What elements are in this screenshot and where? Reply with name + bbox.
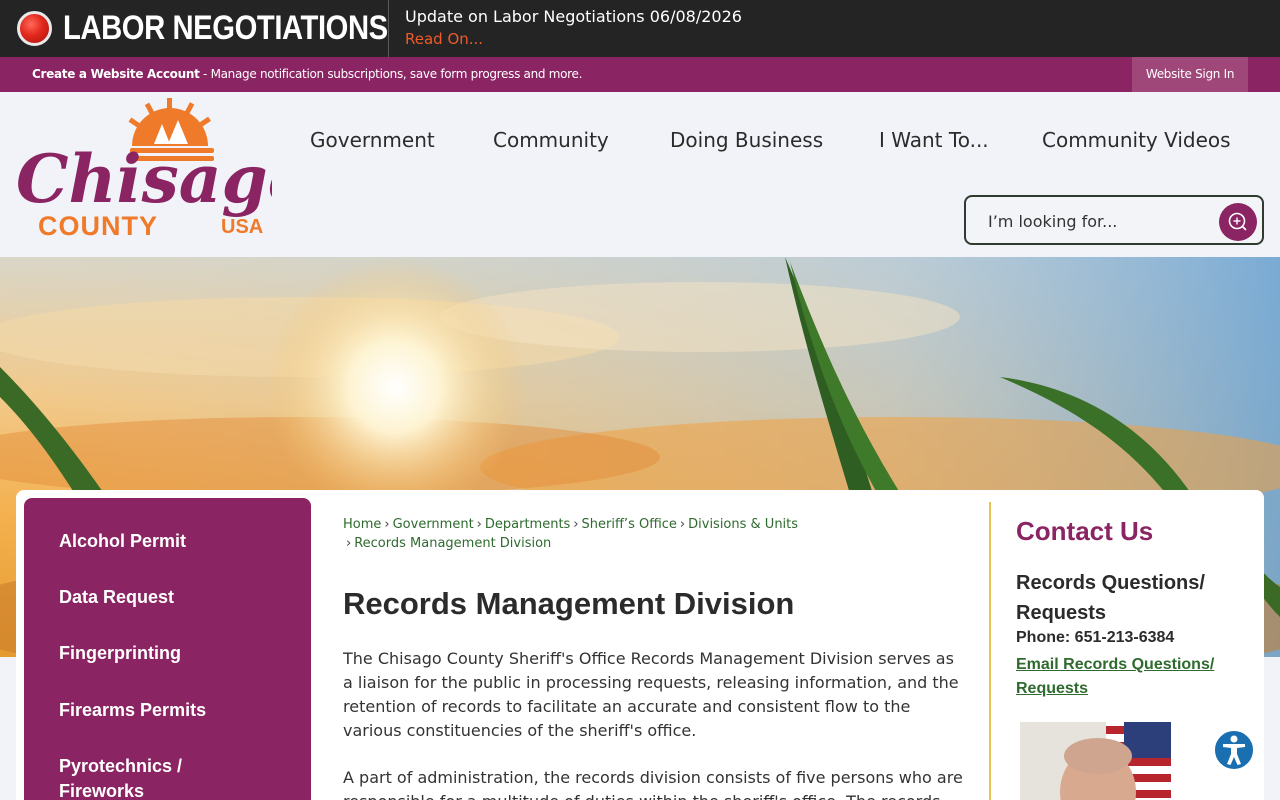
site-header: Chisago COUNTY USA Government Community … <box>0 92 1280 257</box>
alert-dot-icon <box>17 11 52 46</box>
alert-title[interactable]: LABOR NEGOTIATIONS <box>63 9 388 48</box>
intro-paragraph: The Chisago County Sheriff's Office Reco… <box>343 649 959 740</box>
breadcrumb-home[interactable]: Home <box>343 517 381 532</box>
create-account-link[interactable]: Create a Website Account <box>32 67 200 81</box>
search-button[interactable] <box>1219 203 1257 241</box>
nav-community-videos[interactable]: Community Videos <box>1042 128 1231 152</box>
logo-script: Chisago <box>16 140 272 218</box>
page-title: Records Management Division <box>343 586 795 621</box>
breadcrumb-government[interactable]: Government <box>393 517 474 532</box>
accessibility-button[interactable] <box>1213 729 1255 771</box>
staff-photo <box>1020 722 1171 800</box>
account-bar: Create a Website Account - Manage notifi… <box>0 57 1280 92</box>
accessibility-icon <box>1223 735 1245 765</box>
contact-title: Contact Us <box>1016 516 1154 546</box>
nav-doing-business[interactable]: Doing Business <box>670 128 823 152</box>
side-nav: Alcohol Permit Data Request Fingerprinti… <box>24 498 311 800</box>
nav-community[interactable]: Community <box>493 128 609 152</box>
logo-county: COUNTY <box>38 211 158 241</box>
breadcrumb-sheriffs-office[interactable]: Sheriff’s Office <box>582 517 677 532</box>
sidenav-item-pyrotechnics[interactable]: Pyrotechnics / Fireworks <box>59 754 259 800</box>
sidenav-item-fingerprinting[interactable]: Fingerprinting <box>59 641 181 666</box>
sidenav-item-firearms-permits[interactable]: Firearms Permits <box>59 698 206 723</box>
breadcrumb: Home › Government › Departments › Sheriff’s Of… <box>343 517 799 551</box>
contact-phone: Phone: 651-213-6384 <box>1016 629 1175 646</box>
chisago-county-logo[interactable]: Chisago COUNTY USA <box>12 96 272 241</box>
main-nav: Government Community Doing Business I Wa… <box>282 128 1272 158</box>
sidenav-item-alcohol-permit[interactable]: Alcohol Permit <box>59 529 186 554</box>
alert-read-on-link[interactable]: Read On... <box>405 30 483 48</box>
search-input[interactable] <box>988 209 1208 233</box>
nav-i-want-to[interactable]: I Want To... <box>879 128 989 152</box>
logo-usa: USA <box>221 216 263 238</box>
search-icon <box>1228 212 1247 231</box>
website-sign-in-button[interactable]: Website Sign In <box>1132 57 1248 92</box>
alert-divider <box>388 0 389 57</box>
search-box <box>964 195 1264 245</box>
admin-paragraph: A part of administration, the records di… <box>343 768 963 800</box>
alert-headline: Update on Labor Negotiations 06/08/2026 <box>405 7 742 26</box>
create-account-desc: - Manage notification subscriptions, sav… <box>199 67 583 81</box>
contact-subtitle: Records Questions/ Requests <box>1016 572 1205 624</box>
contact-email-link[interactable]: Email Records Questions/ Requests <box>1016 653 1246 701</box>
breadcrumb-departments[interactable]: Departments <box>485 517 570 532</box>
alert-bar: LABOR NEGOTIATIONS Update on Labor Negot… <box>0 0 1280 57</box>
breadcrumb-records-management[interactable]: Records Management Division <box>354 536 551 551</box>
account-text: Create a Website Account - Manage notifi… <box>32 67 582 81</box>
content-divider <box>989 502 991 800</box>
sidenav-item-data-request[interactable]: Data Request <box>59 585 174 610</box>
nav-government[interactable]: Government <box>310 128 435 152</box>
breadcrumb-divisions-units[interactable]: Divisions & Units <box>688 517 798 532</box>
